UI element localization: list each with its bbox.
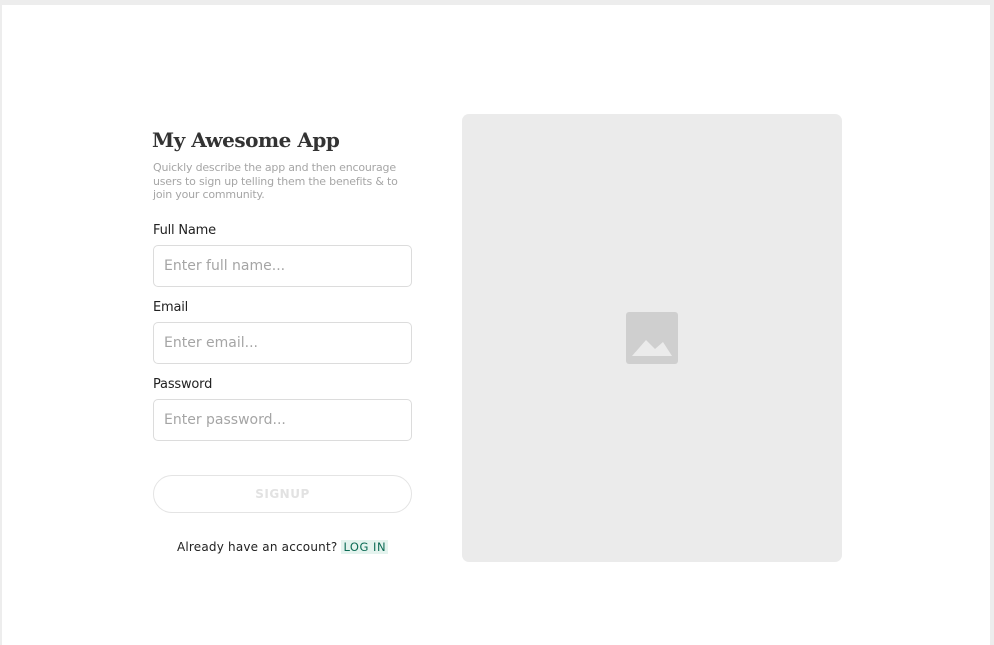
password-label: Password (153, 376, 213, 392)
image-placeholder-panel (462, 114, 842, 562)
app-description: Quickly describe the app and then encour… (153, 161, 398, 201)
email-input[interactable] (153, 321, 412, 364)
app-title: My Awesome App (152, 128, 340, 152)
login-prompt-text: Already have an account? (176, 539, 338, 554)
full-name-input[interactable] (153, 244, 412, 287)
image-placeholder-icon (626, 312, 678, 364)
login-prompt-row: Already have an account? LOG IN (153, 539, 412, 554)
signup-form: My Awesome App Quickly describe the app … (152, 123, 412, 554)
page-container: My Awesome App Quickly describe the app … (2, 5, 990, 645)
full-name-label: Full Name (153, 222, 216, 238)
email-label: Email (153, 299, 189, 315)
login-link[interactable]: LOG IN (341, 539, 389, 554)
password-input[interactable] (153, 398, 412, 441)
signup-button[interactable]: SIGNUP (153, 474, 412, 513)
